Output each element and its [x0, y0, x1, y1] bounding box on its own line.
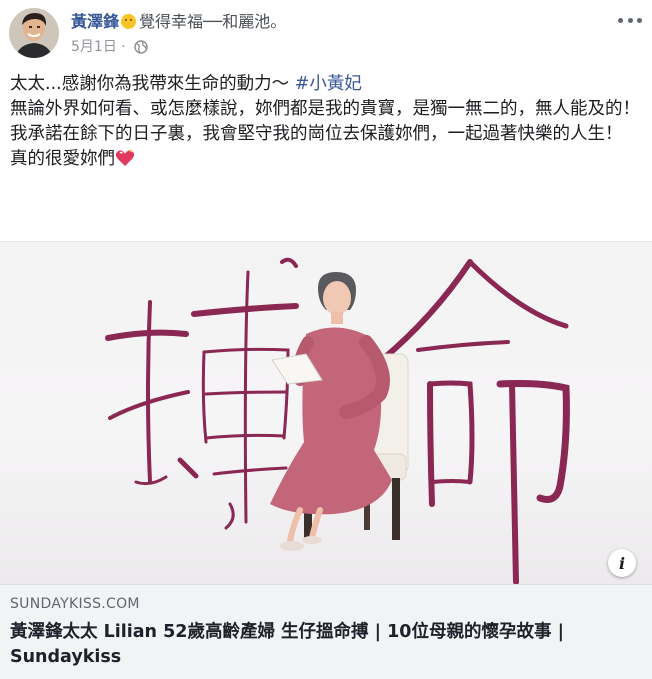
link-domain: SUNDAYKISS.COM [10, 596, 140, 612]
post-message: 太太...感謝你為我帶來生命的動力～ #小黃妃 無論外界如何看、或怎麼樣說，妳們… [10, 72, 640, 172]
more-dot [627, 17, 633, 23]
post-line-1: 太太...感謝你為我帶來生命的動力～ #小黃妃 [10, 72, 640, 97]
more-dot [637, 17, 642, 23]
author-name[interactable]: 黃澤鋒 [71, 12, 119, 31]
author-avatar[interactable] [9, 8, 59, 58]
smile-emoji-icon [121, 14, 137, 29]
globe-icon[interactable] [134, 40, 148, 54]
post-meta: 5月1日 · [71, 38, 148, 56]
hashtag-link[interactable]: #小黃妃 [295, 74, 362, 94]
avatar-portrait [9, 8, 59, 58]
post-line-4: 真的很愛妳們 [10, 147, 640, 172]
post-line-4-text: 真的很愛妳們 [10, 149, 115, 169]
post-date[interactable]: 5月1日 [71, 39, 117, 55]
meta-separator: · [116, 39, 131, 55]
link-preview-caption[interactable]: SUNDAYKISS.COM 黃澤鋒太太 Lilian 52歲高齡產婦 生仔搵命… [0, 584, 652, 679]
poster-artwork [105, 257, 570, 585]
link-title[interactable]: 黃澤鋒太太 Lilian 52歲高齡產婦 生仔搵命搏 | 10位母親的懷孕故事 … [10, 620, 635, 670]
sparkling-heart-icon [115, 149, 135, 166]
info-icon[interactable]: i [608, 549, 636, 577]
post-line-1-text: 太太...感謝你為我帶來生命的動力～ [10, 74, 295, 94]
link-preview-image[interactable]: i [0, 241, 652, 585]
woman-figure [270, 272, 392, 551]
more-options-icon[interactable] [618, 14, 642, 26]
feeling-text: 覺得幸福──和麗池。 [139, 12, 287, 31]
more-dot [618, 17, 623, 23]
post-author-line: 黃澤鋒 覺得幸福──和麗池。 [71, 11, 286, 33]
post-line-2: 無論外界如何看、或怎麼樣說，妳們都是我的貴寶，是獨一無二的，無人能及的！ [10, 99, 640, 119]
facebook-post: 黃澤鋒 覺得幸福──和麗池。 5月1日 · 太太...感謝你為我帶來生命的動力～ … [0, 0, 652, 679]
post-line-3: 我承諾在餘下的日子裏，我會堅守我的崗位去保護妳們，一起過著快樂的人生！ [10, 124, 623, 144]
